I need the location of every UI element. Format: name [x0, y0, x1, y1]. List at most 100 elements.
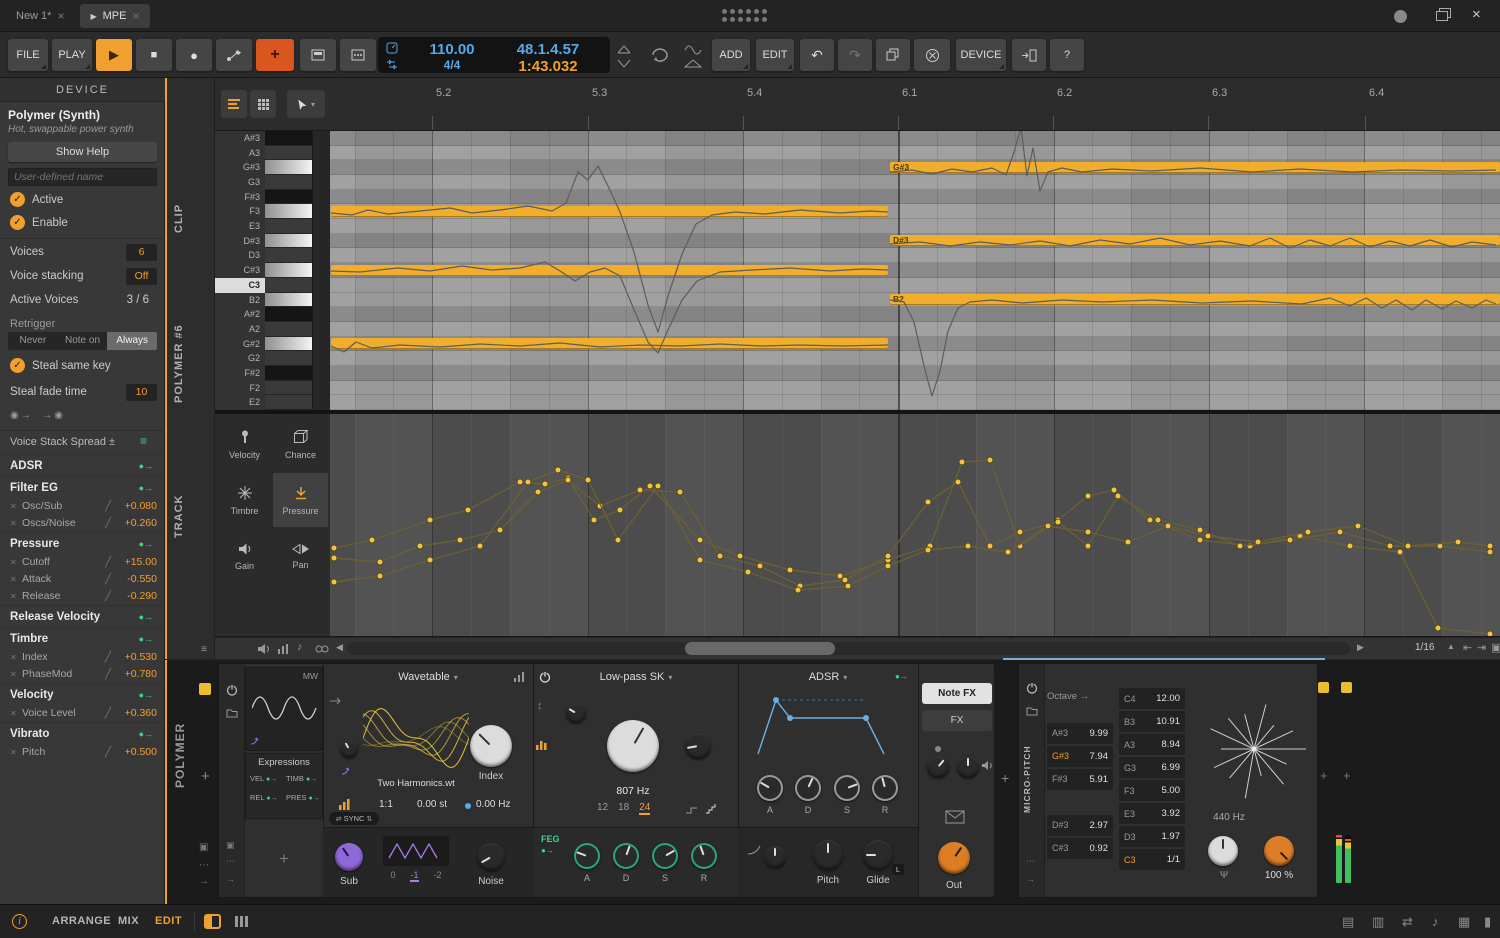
filter-slope-18[interactable]: 18 [618, 802, 629, 815]
layers-icon[interactable]: ≡ [201, 644, 207, 655]
tuning-value[interactable]: 1/1 [1167, 854, 1180, 865]
retrigger-option-always[interactable]: Always [107, 332, 157, 350]
preset-folder-icon[interactable] [1026, 706, 1038, 716]
mod-target-release[interactable]: ✕Release╱-0.290 [0, 588, 165, 605]
remote-controls-icon[interactable]: ▣ [226, 840, 235, 851]
tuning-cell-Gs3[interactable]: G#37.94 [1047, 746, 1113, 767]
piano-panel-icon[interactable]: ▦ [1458, 914, 1470, 930]
expression-button-pressure[interactable]: Pressure [273, 473, 328, 527]
chain-out-icon[interactable]: → [199, 876, 209, 887]
mix-view-button[interactable]: MIX [118, 915, 139, 927]
piano-key-A3[interactable]: A3 [215, 146, 312, 161]
env-knob-s[interactable] [834, 775, 860, 801]
tuning-cell-C3[interactable]: C31/1 [1119, 849, 1185, 870]
add-track-device-icon[interactable]: + [201, 768, 210, 785]
tuning-value[interactable]: 8.94 [1162, 739, 1181, 750]
mod-target-cutoff[interactable]: ✕Cutoff╱+15.00 [0, 554, 165, 571]
mod-out-icon[interactable]: ●→ [139, 455, 153, 477]
mod-amount-value[interactable]: +0.260 [125, 515, 157, 532]
feg-knob-s[interactable] [652, 843, 678, 869]
play-menu-button[interactable]: PLAY [52, 39, 92, 71]
filter-drive-knob[interactable] [566, 703, 586, 723]
sync-toggle[interactable]: ⇄ SYNC ⇅ [329, 812, 379, 825]
filter-resonance-knob[interactable] [685, 733, 711, 759]
hertz-value[interactable]: 0.00 Hz [476, 799, 510, 810]
device-name-input[interactable] [8, 168, 157, 186]
velocity-bars-icon[interactable] [277, 643, 289, 655]
key-bar[interactable] [265, 234, 312, 249]
track-color-swatch[interactable] [199, 683, 211, 695]
expression-slot-pres[interactable]: PRES ●→ [286, 793, 320, 802]
piano-key-Cs3[interactable]: C#3 [215, 263, 312, 278]
tuning-cell-F3[interactable]: F35.00 [1119, 780, 1185, 801]
key-bar[interactable] [265, 307, 312, 322]
keytrack-icon[interactable] [329, 696, 343, 706]
env-mode-header[interactable]: ADSR▾ [768, 667, 888, 687]
index-knob[interactable] [470, 725, 512, 767]
fill-icon[interactable] [684, 58, 702, 69]
song-time[interactable]: 1:43.032 [496, 58, 600, 75]
tuning-value[interactable]: 6.99 [1162, 762, 1181, 773]
zoom-fit-left-icon[interactable]: ⇤ [1463, 641, 1472, 654]
reference-freq-label[interactable]: 440 Hz [1199, 812, 1259, 823]
env-knob-a[interactable] [757, 775, 783, 801]
enable-checkbox[interactable]: ✓ [10, 215, 25, 230]
adsr-envelope-visualization[interactable] [746, 690, 911, 768]
tempo-tap-icon[interactable] [385, 42, 399, 54]
zoom-fit-right-icon[interactable]: ⇥ [1477, 641, 1486, 654]
wavetable-file-name[interactable]: Two Harmonics.wt [363, 778, 469, 789]
punch-in-icon[interactable] [616, 44, 632, 55]
restore-window-icon[interactable] [1436, 11, 1448, 21]
voice-stacking-value[interactable]: Off [126, 268, 157, 285]
device-menu-button[interactable]: DEVICE [956, 39, 1006, 71]
transport-play-button[interactable]: ▶ [96, 39, 132, 71]
dots-menu-icon[interactable]: ⋯ [199, 860, 209, 871]
piano-roll[interactable]: G#3D#3B2 [330, 131, 1500, 410]
key-bar[interactable] [265, 351, 312, 366]
oscilloscope-cell[interactable]: MW [245, 667, 323, 751]
tuning-cell-E3[interactable]: E33.92 [1119, 803, 1185, 824]
mod-source-velocity[interactable]: Velocity●→ [0, 683, 165, 705]
mod-target-index[interactable]: ✕Index╱+0.530 [0, 649, 165, 666]
wavetable-browser-icon[interactable] [513, 671, 527, 682]
env-knob-r[interactable] [872, 775, 898, 801]
pan-knob[interactable] [957, 756, 979, 778]
piano-key-Gs3[interactable]: G#3 [215, 160, 312, 175]
monitor-icon[interactable]: ▣ [199, 842, 208, 853]
show-help-button[interactable]: Show Help [8, 142, 157, 162]
mix-knob[interactable] [1264, 836, 1294, 866]
note-fx-button[interactable]: Note FX [922, 683, 992, 704]
slope-steep-icon[interactable] [705, 803, 719, 815]
mod-source-adsr[interactable]: ADSR●→ [0, 454, 165, 476]
tab-close-icon[interactable]: × [132, 9, 139, 23]
mod-target-phasemod[interactable]: ✕PhaseMod╱+0.780 [0, 666, 165, 683]
bend-knob[interactable] [764, 846, 786, 868]
filter-slope-24[interactable]: 24 [639, 802, 650, 815]
mod-source-filter-eg[interactable]: Filter EG●→ [0, 476, 165, 498]
tuning-value[interactable]: 1.97 [1162, 831, 1181, 842]
grid-tool-button[interactable] [250, 90, 276, 118]
active-checkbox[interactable]: ✓ [10, 192, 25, 207]
add-layer-icon-2[interactable]: + [1343, 768, 1351, 783]
feg-knob-a[interactable] [574, 843, 600, 869]
time-signature[interactable]: 4/4 [414, 58, 490, 72]
key-bar[interactable] [265, 366, 312, 381]
filter-keytrack-icon[interactable]: ↕ [537, 700, 543, 712]
duplicate-button[interactable] [876, 39, 910, 71]
mod-amount-value[interactable]: +15.00 [125, 554, 157, 571]
polymer-device[interactable]: ▣ ⋯ → MW Expressions VEL ●→TIMB ●→REL ●→… [218, 663, 995, 898]
piano-key-A2[interactable]: A2 [215, 322, 312, 337]
groove-icon[interactable] [385, 58, 399, 70]
key-bar[interactable] [265, 381, 312, 396]
mod-out-icon[interactable]: ●→ [139, 533, 153, 555]
feg-knob-d[interactable] [613, 843, 639, 869]
piano-key-Ds3[interactable]: D#3 [215, 234, 312, 249]
device-dots-icon[interactable]: ⋯ [226, 856, 235, 867]
expression-button-velocity[interactable]: Velocity [217, 417, 272, 471]
steal-same-key-checkbox[interactable]: ✓ [10, 358, 25, 373]
voices-value[interactable]: 6 [126, 244, 157, 261]
filter-mode-header[interactable]: Low-pass SK▾ [553, 667, 719, 687]
mod-in-routing-icon[interactable]: →◉ [42, 410, 65, 421]
wavetable-mode-header[interactable]: Wavetable▾ [323, 667, 533, 687]
undo-button[interactable]: ↶ [800, 39, 834, 71]
